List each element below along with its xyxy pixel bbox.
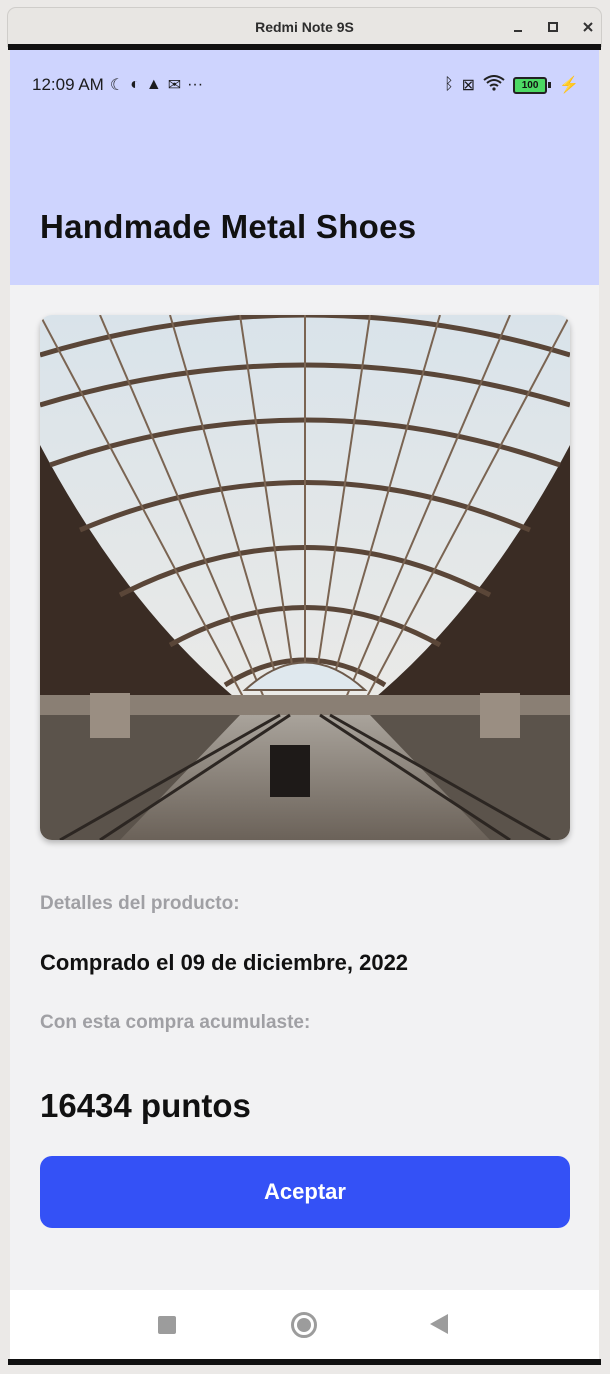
no-sim-icon: ⊠: [461, 77, 476, 94]
product-image: [40, 315, 570, 840]
app-window: Redmi Note 9S 12:09 AM ☾ ◐ ▲ ✉ ··· ᛒ ⊠ 1…: [0, 0, 610, 1374]
accumulated-label: Con esta compra acumulaste:: [40, 1012, 311, 1033]
accept-button[interactable]: Aceptar: [40, 1156, 570, 1228]
charging-icon: ⚡: [559, 77, 579, 94]
device-frame-bottom: [8, 1359, 601, 1365]
mail-icon: ✉: [167, 77, 182, 94]
purchase-date: Comprado el 09 de diciembre, 2022: [40, 950, 409, 975]
product-details-label: Detalles del producto:: [40, 893, 240, 914]
recent-apps-icon[interactable]: [158, 1316, 176, 1334]
header: 12:09 AM ☾ ◐ ▲ ✉ ··· ᛒ ⊠ 100 ⚡ Handmade …: [10, 50, 599, 285]
battery-icon: 100: [513, 76, 552, 94]
window-titlebar[interactable]: Redmi Note 9S: [8, 8, 601, 46]
maximize-icon[interactable]: [543, 17, 563, 37]
back-icon[interactable]: [430, 1314, 448, 1334]
app-icon: ◐: [130, 76, 140, 93]
points-value: 16434 puntos: [40, 1087, 251, 1124]
page-title: Handmade Metal Shoes: [40, 208, 417, 245]
status-bar: 12:09 AM ☾ ◐ ▲ ✉ ··· ᛒ ⊠ 100 ⚡: [32, 72, 579, 98]
wifi-icon: [483, 74, 505, 96]
bluetooth-icon: ᛒ: [444, 76, 454, 93]
battery-level: 100: [513, 76, 548, 94]
home-icon[interactable]: [291, 1312, 317, 1338]
moon-icon: ☾: [109, 77, 125, 94]
close-icon[interactable]: [578, 17, 598, 37]
navigation-icon: ▲: [145, 76, 162, 93]
phone-screen: 12:09 AM ☾ ◐ ▲ ✉ ··· ᛒ ⊠ 100 ⚡ Handmade …: [10, 50, 599, 1361]
minimize-icon[interactable]: [508, 17, 528, 37]
more-icon: ···: [187, 76, 204, 93]
status-time: 12:09 AM: [32, 75, 104, 94]
android-navigation-bar: [10, 1290, 599, 1361]
